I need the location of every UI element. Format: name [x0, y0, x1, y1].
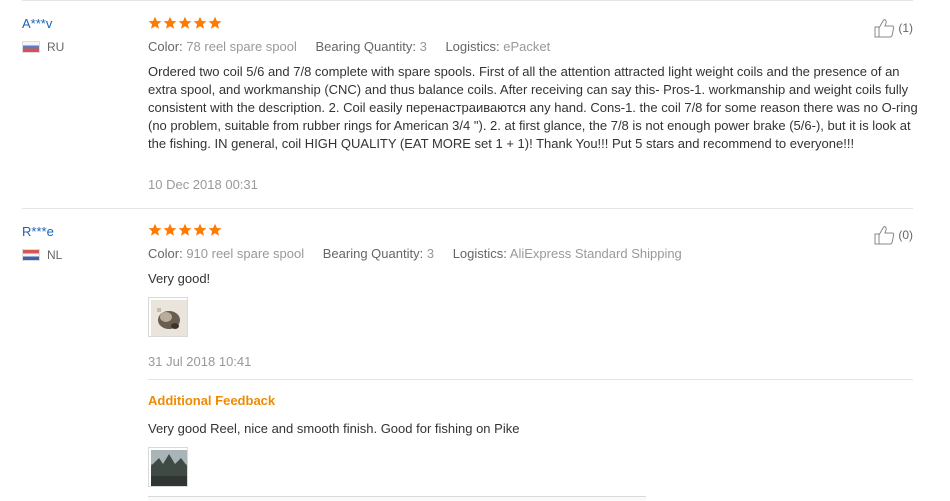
russia-flag-icon: [22, 41, 40, 53]
helpful-count: (0): [898, 228, 913, 242]
review-divider: [22, 208, 913, 209]
star-icon: [178, 223, 192, 236]
reel-photo-icon: [149, 298, 187, 336]
order-attributes: Color: 910 reel spare spool Bearing Quan…: [148, 246, 697, 261]
helpful-count: (1): [898, 21, 913, 35]
reviewer-country: NL: [22, 248, 62, 262]
reviewer-country: RU: [22, 40, 64, 54]
thumbs-up-icon: [874, 226, 895, 245]
helpful-button[interactable]: (1): [874, 18, 913, 38]
attr-label: Bearing Quantity:: [315, 39, 416, 54]
reviewer-name[interactable]: A***v: [22, 16, 52, 31]
additional-divider: [148, 379, 913, 380]
attr-logistics: Logistics: ePacket: [445, 39, 550, 54]
star-icon: [193, 223, 207, 236]
star-icon: [208, 16, 222, 29]
additional-feedback-title: Additional Feedback: [148, 393, 276, 408]
attr-label: Bearing Quantity:: [322, 246, 424, 261]
attr-value: 78 reel spare spool: [186, 39, 297, 54]
attr-value: 3: [426, 246, 435, 261]
star-icon: [163, 223, 177, 236]
review-date: 10 Dec 2018 00:31: [148, 177, 258, 192]
attr-label: Logistics:: [445, 39, 500, 54]
attr-label: Color:: [148, 39, 183, 54]
attr-value: AliExpress Standard Shipping: [509, 246, 682, 261]
attr-logistics: Logistics: AliExpress Standard Shipping: [453, 246, 682, 261]
review-photo[interactable]: [148, 297, 188, 337]
top-divider: [22, 0, 913, 1]
attr-label: Logistics:: [452, 246, 507, 261]
attr-bearing-quantity: Bearing Quantity: 3: [323, 246, 434, 261]
review-text: Ordered two coil 5/6 and 7/8 complete wi…: [148, 64, 918, 151]
star-rating: [148, 16, 222, 30]
review-date: 31 Jul 2018 10:41: [148, 354, 252, 369]
attr-value: 910 reel spare spool: [186, 246, 305, 261]
country-code: NL: [47, 248, 63, 262]
helpful-button[interactable]: (0): [874, 225, 913, 245]
star-rating: [148, 223, 222, 237]
review-text: Very good!: [148, 271, 211, 286]
star-icon: [208, 223, 222, 236]
reviewer-name[interactable]: R***e: [22, 224, 54, 239]
attr-value: ePacket: [503, 39, 551, 54]
star-icon: [178, 16, 192, 29]
netherlands-flag-icon: [22, 249, 40, 261]
fishing-photo-icon: [149, 448, 187, 486]
attr-color: Color: 78 reel spare spool: [148, 39, 297, 54]
additional-feedback-text: Very good Reel, nice and smooth finish. …: [148, 421, 520, 436]
attr-value: 3: [419, 39, 427, 54]
star-icon: [148, 16, 162, 29]
attr-color: Color: 910 reel spare spool: [148, 246, 304, 261]
country-code: RU: [47, 40, 65, 54]
star-icon: [193, 16, 207, 29]
attr-label: Color:: [148, 246, 183, 261]
attr-bearing-quantity: Bearing Quantity: 3: [316, 39, 427, 54]
next-content-edge: [148, 496, 646, 501]
star-icon: [148, 223, 162, 236]
thumbs-up-icon: [874, 19, 895, 38]
star-icon: [163, 16, 177, 29]
additional-photo[interactable]: [148, 447, 188, 487]
order-attributes: Color: 78 reel spare spool Bearing Quant…: [148, 39, 565, 54]
